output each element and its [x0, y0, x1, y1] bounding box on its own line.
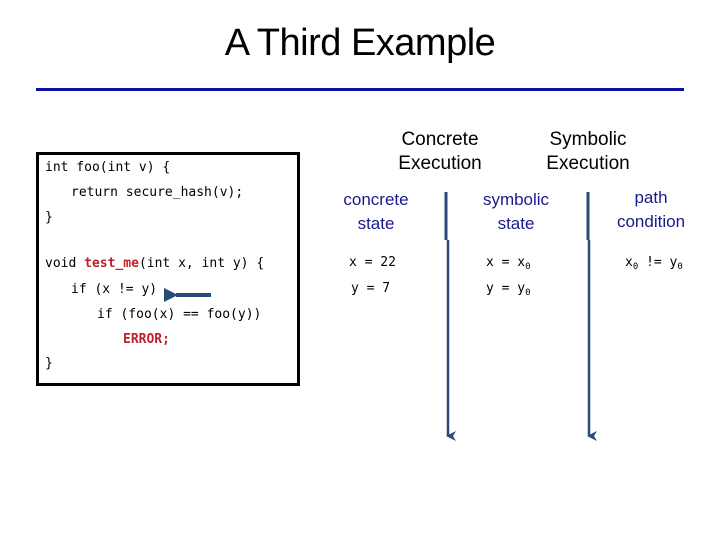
diagram-overlay	[164, 192, 597, 441]
